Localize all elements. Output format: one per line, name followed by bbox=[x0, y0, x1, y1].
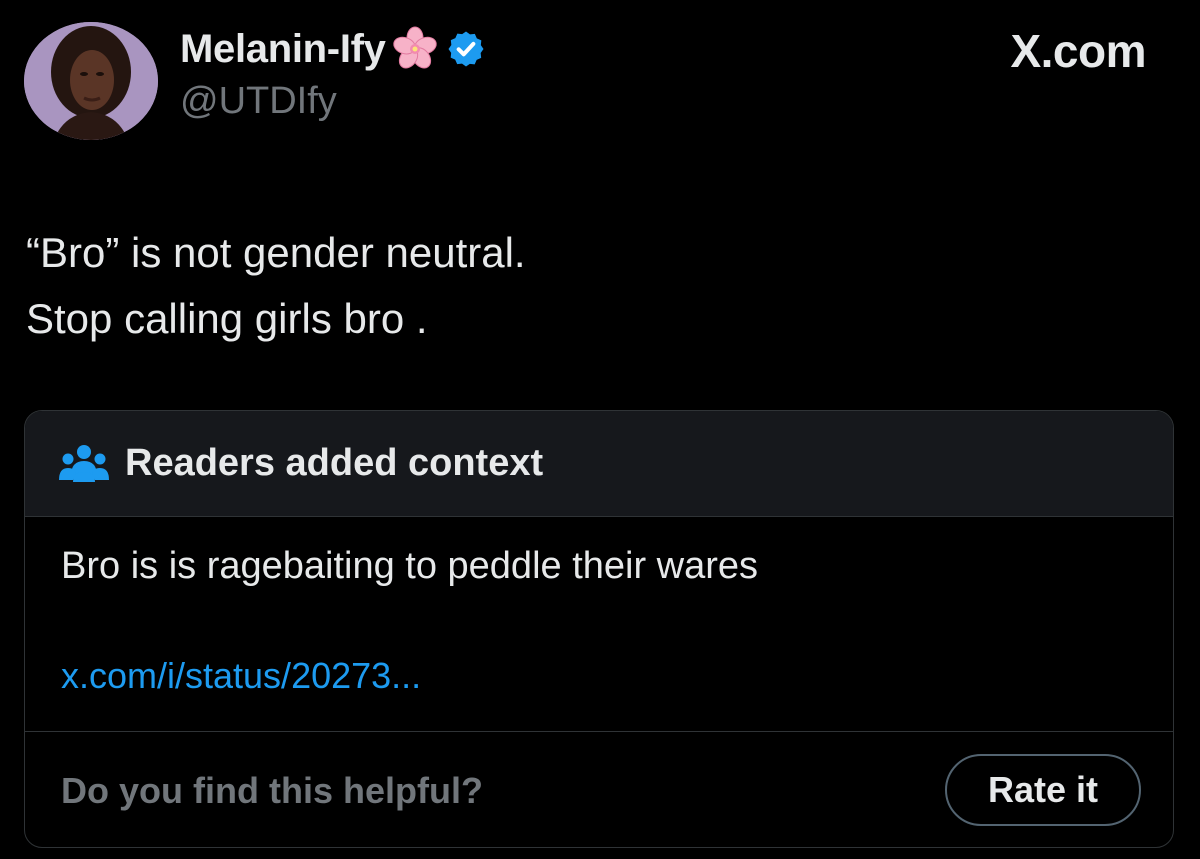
tweet-text: “Bro” is not gender neutral. Stop callin… bbox=[26, 220, 526, 352]
community-note-source-link[interactable]: x.com/i/status/20273... bbox=[61, 655, 421, 697]
verified-badge-icon[interactable] bbox=[446, 29, 486, 69]
community-note-footer: Do you find this helpful? Rate it bbox=[25, 731, 1173, 847]
author-display-name[interactable]: Melanin-Ify bbox=[180, 27, 386, 72]
avatar[interactable] bbox=[24, 22, 158, 140]
avatar-image bbox=[24, 22, 158, 140]
community-note-header[interactable]: Readers added context bbox=[25, 411, 1173, 517]
rate-it-button[interactable]: Rate it bbox=[945, 754, 1141, 826]
readers-icon bbox=[59, 444, 109, 482]
author-handle[interactable]: @UTDIfy bbox=[180, 80, 337, 123]
community-note-body: Bro is is ragebaiting to peddle their wa… bbox=[61, 545, 759, 587]
brand-watermark: X.com bbox=[1010, 25, 1146, 77]
helpful-question: Do you find this helpful? bbox=[61, 770, 483, 811]
tweet-line: Stop calling girls bro . bbox=[26, 295, 428, 342]
cherry-blossom-icon bbox=[392, 26, 437, 69]
author-name-row[interactable]: Melanin-Ify bbox=[180, 24, 486, 74]
tweet-line: “Bro” is not gender neutral. bbox=[26, 229, 526, 276]
community-note-title: Readers added context bbox=[125, 442, 544, 484]
community-note-card: Readers added context Bro is is ragebait… bbox=[24, 410, 1174, 848]
